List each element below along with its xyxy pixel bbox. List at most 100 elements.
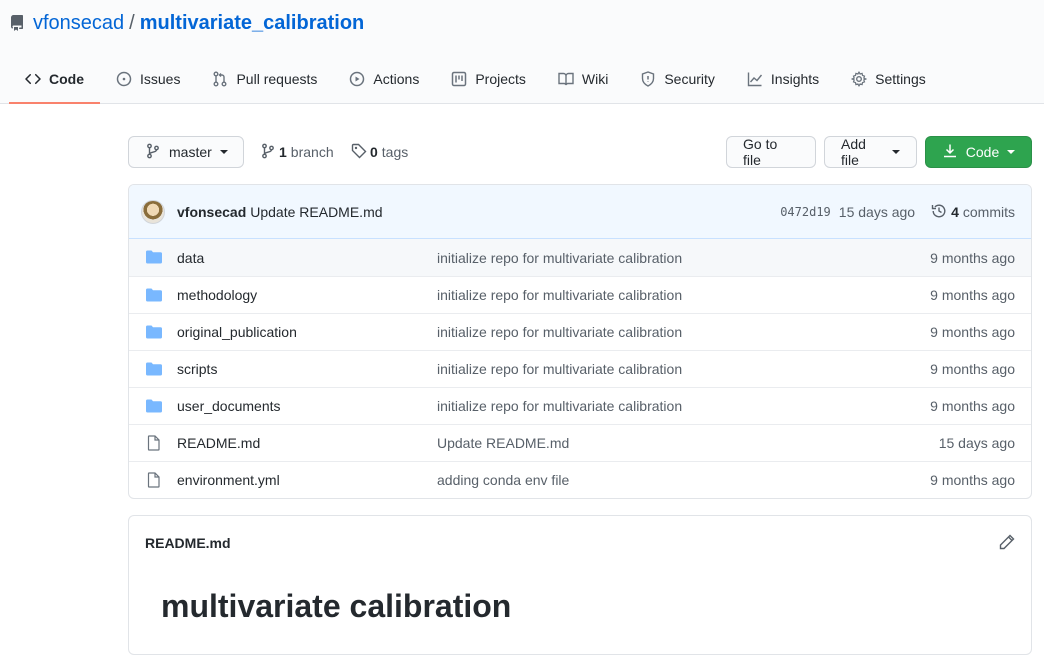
tag-count: 0 [370, 144, 378, 160]
chevron-down-icon [219, 150, 228, 154]
file-row[interactable]: data initialize repo for multivariate cal… [129, 239, 1031, 276]
add-file-button[interactable]: Add file [824, 136, 917, 168]
branch-select-button[interactable]: master [128, 136, 244, 168]
code-button-label: Code [965, 144, 1000, 160]
file-commit-message[interactable]: initialize repo for multivariate calibra… [437, 324, 682, 340]
branch-icon [260, 143, 276, 162]
tab-actions[interactable]: Actions [333, 55, 435, 104]
commit-author[interactable]: vfonsecad [177, 204, 246, 220]
play-icon [349, 71, 373, 87]
file-icon [145, 472, 163, 488]
branch-label: branch [290, 144, 334, 160]
file-age: 15 days ago [938, 435, 1015, 451]
file-row[interactable]: original_publication initialize repo for … [129, 313, 1031, 350]
tab-label: Security [664, 70, 715, 87]
tab-pull-requests[interactable]: Pull requests [196, 55, 333, 104]
commits-link[interactable]: 4 commits [931, 203, 1015, 222]
tab-label: Settings [875, 70, 926, 87]
file-commit-message[interactable]: initialize repo for multivariate calibra… [437, 250, 682, 266]
repo-title: vfonsecad / multivariate_calibration [9, 11, 364, 35]
tab-label: Code [49, 70, 84, 87]
repo-icon [9, 15, 25, 31]
tab-security[interactable]: Security [624, 55, 731, 104]
file-name-link[interactable]: README.md [177, 435, 260, 451]
repo-owner-link[interactable]: vfonsecad [33, 12, 124, 35]
readme-heading: multivariate calibration [161, 588, 512, 624]
file-age: 9 months ago [930, 398, 1015, 414]
repo-nav-tabs: Code Issues Pull requests Actions Projec… [9, 55, 942, 104]
file-name-link[interactable]: user_documents [177, 398, 281, 414]
commit-count: 4 [951, 204, 959, 220]
commit-age: 15 days ago [838, 204, 916, 220]
readme-header: README.md [129, 516, 1031, 570]
book-icon [558, 71, 582, 87]
tab-projects[interactable]: Projects [435, 55, 542, 104]
tab-label: Projects [475, 70, 526, 87]
commits-label: commits [962, 204, 1015, 220]
pull-request-icon [212, 71, 236, 87]
branches-link[interactable]: 1 branch [260, 136, 334, 168]
branch-count: 1 [279, 144, 287, 160]
file-row[interactable]: methodology initialize repo for multivari… [129, 276, 1031, 313]
tag-label: tags [381, 144, 409, 160]
file-name-link[interactable]: environment.yml [177, 472, 280, 488]
file-row[interactable]: README.md Update README.md 15 days ago [129, 424, 1031, 461]
file-name-link[interactable]: data [177, 250, 204, 266]
project-icon [451, 71, 475, 87]
readme-filename: README.md [145, 535, 231, 551]
commit-meta: 0472d19 15 days ago 4 commits [780, 185, 1015, 239]
chevron-down-icon [1007, 150, 1016, 154]
file-age: 9 months ago [930, 287, 1015, 303]
file-row[interactable]: environment.yml adding conda env file 9 mo… [129, 461, 1031, 498]
folder-icon [145, 249, 163, 265]
readme-panel: README.md multivariate calibration [128, 515, 1032, 655]
file-row[interactable]: user_documents initialize repo for multiv… [129, 387, 1031, 424]
history-icon [931, 203, 951, 222]
branch-icon [145, 143, 169, 162]
tab-wiki[interactable]: Wiki [542, 55, 624, 104]
add-file-label: Add file [841, 136, 866, 168]
issue-icon [116, 71, 140, 87]
file-commit-message[interactable]: adding conda env file [437, 472, 569, 488]
tab-label: Insights [770, 70, 820, 87]
folder-icon [145, 287, 163, 303]
file-name-link[interactable]: scripts [177, 361, 217, 377]
repo-separator: / [129, 11, 135, 34]
tab-code[interactable]: Code [9, 55, 100, 104]
commit-message[interactable]: Update README.md [250, 204, 382, 220]
shield-icon [640, 70, 664, 87]
file-list: data initialize repo for multivariate cal… [129, 239, 1031, 498]
go-to-file-label: Go to file [743, 136, 778, 168]
commit-sha[interactable]: 0472d19 [780, 205, 831, 219]
code-download-button[interactable]: Code [925, 136, 1032, 168]
tab-label: Issues [140, 70, 181, 87]
folder-icon [145, 324, 163, 340]
tags-link[interactable]: 0 tags [351, 136, 408, 168]
folder-icon [145, 361, 163, 377]
tab-insights[interactable]: Insights [731, 55, 835, 104]
tag-icon [351, 143, 367, 162]
latest-commit-bar: vfonsecad Update README.md 0472d19 15 da… [129, 185, 1031, 239]
file-name-link[interactable]: methodology [177, 287, 257, 303]
file-commit-message[interactable]: Update README.md [437, 435, 569, 451]
code-icon [25, 71, 49, 87]
pencil-icon[interactable] [999, 534, 1015, 553]
chevron-down-icon [892, 150, 900, 154]
file-age: 9 months ago [930, 472, 1015, 488]
avatar[interactable] [141, 199, 165, 224]
repo-header: vfonsecad / multivariate_calibration Cod… [0, 0, 1044, 104]
file-browser: vfonsecad Update README.md 0472d19 15 da… [128, 184, 1032, 499]
repo-name-link[interactable]: multivariate_calibration [140, 12, 365, 35]
tab-issues[interactable]: Issues [100, 55, 196, 104]
tab-settings[interactable]: Settings [835, 55, 942, 104]
go-to-file-button[interactable]: Go to file [726, 136, 816, 168]
file-name-link[interactable]: original_publication [177, 324, 297, 340]
file-commit-message[interactable]: initialize repo for multivariate calibra… [437, 361, 682, 377]
download-icon [942, 143, 966, 162]
graph-icon [747, 71, 771, 87]
tab-label: Wiki [581, 70, 609, 87]
file-commit-message[interactable]: initialize repo for multivariate calibra… [437, 287, 682, 303]
folder-icon [145, 398, 163, 414]
file-commit-message[interactable]: initialize repo for multivariate calibra… [437, 398, 682, 414]
file-row[interactable]: scripts initialize repo for multivariate … [129, 350, 1031, 387]
